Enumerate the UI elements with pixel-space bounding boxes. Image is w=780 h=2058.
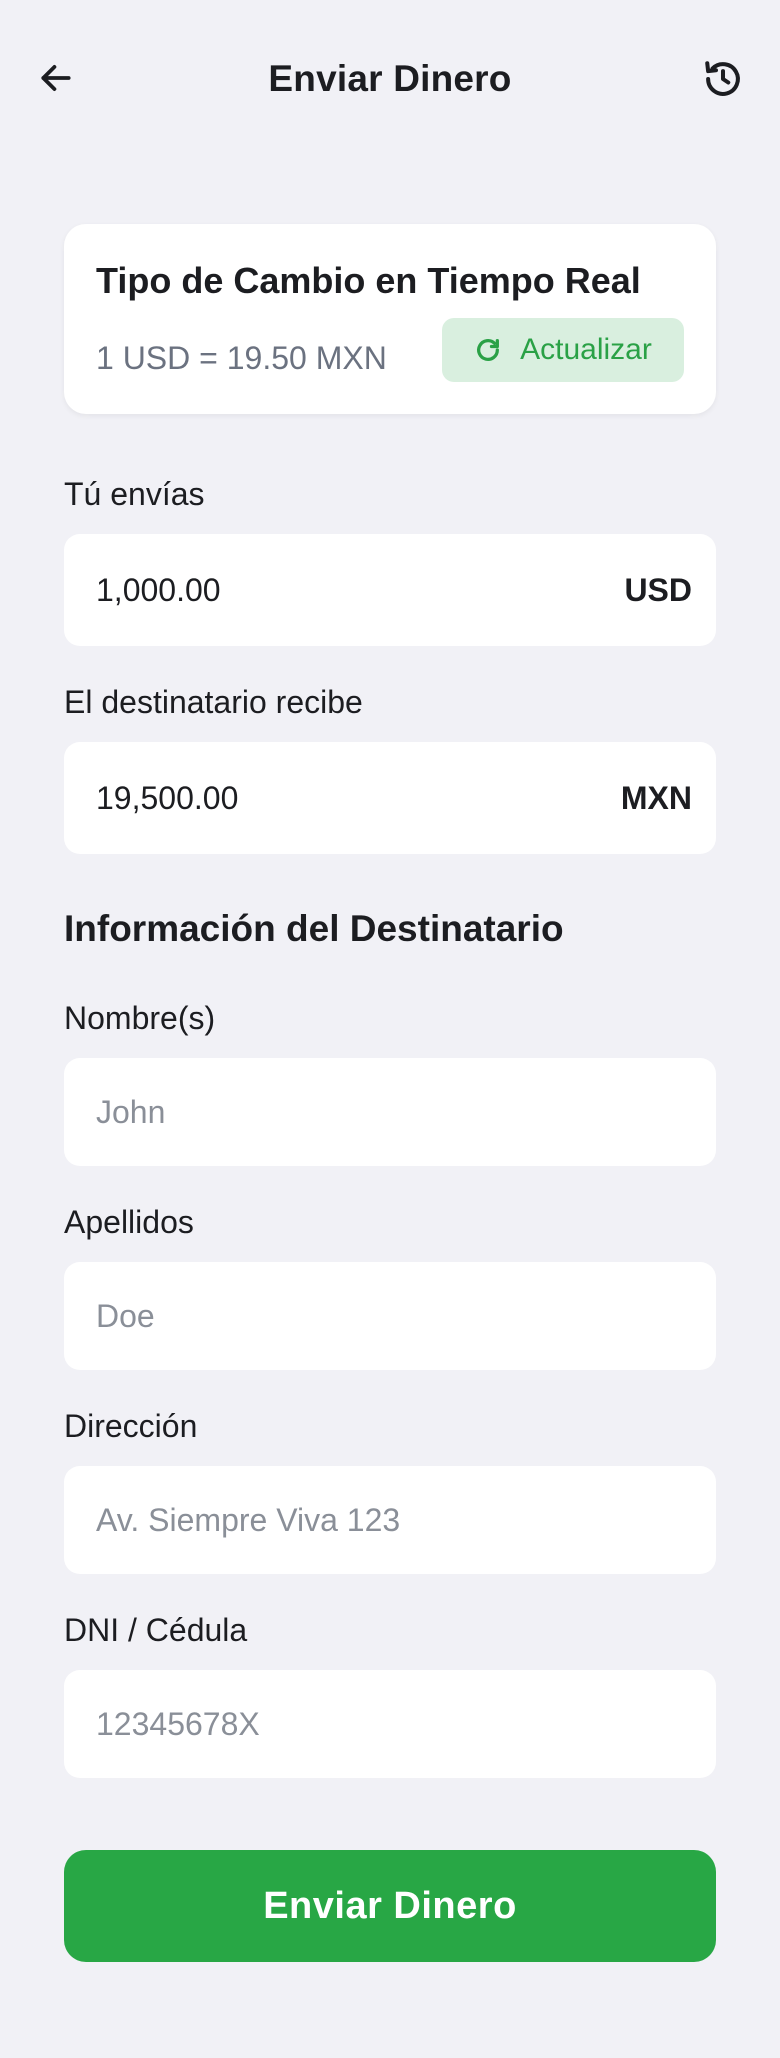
- exchange-rate-card: Tipo de Cambio en Tiempo Real 1 USD = 19…: [64, 224, 716, 414]
- first-name-input[interactable]: [64, 1058, 716, 1166]
- address-label: Dirección: [64, 1408, 198, 1444]
- id-number-label: DNI / Cédula: [64, 1612, 248, 1648]
- first-name-field-wrapper: [64, 1058, 716, 1166]
- send-amount-value: 1,000.00: [96, 572, 221, 608]
- send-money-screen: Enviar Dinero Tipo de Cambio en Tiempo R…: [0, 0, 780, 2058]
- send-amount-label: Tú envías: [64, 476, 205, 512]
- refresh-label: Actualizar: [520, 333, 652, 366]
- exchange-rate-title: Tipo de Cambio en Tiempo Real: [96, 260, 641, 301]
- send-money-button[interactable]: Enviar Dinero: [64, 1850, 716, 1962]
- id-number-input[interactable]: [64, 1670, 716, 1778]
- receive-amount-label: El destinatario recibe: [64, 684, 363, 720]
- exchange-rate-value: 1 USD = 19.50 MXN: [96, 340, 387, 376]
- history-icon: [705, 61, 740, 96]
- refresh-icon: [477, 339, 500, 361]
- refresh-rate-button[interactable]: Actualizar: [442, 318, 684, 382]
- id-number-field-wrapper: [64, 1670, 716, 1778]
- receive-amount-value: 19,500.00: [96, 780, 239, 816]
- history-button[interactable]: [700, 56, 746, 102]
- receive-amount-field[interactable]: 19,500.00 MXN: [64, 742, 716, 854]
- last-name-input[interactable]: [64, 1262, 716, 1370]
- address-input[interactable]: [64, 1466, 716, 1574]
- last-name-field-wrapper: [64, 1262, 716, 1370]
- receive-currency: MXN: [620, 780, 692, 816]
- page-title: Enviar Dinero: [268, 58, 512, 99]
- header: Enviar Dinero: [0, 0, 780, 160]
- last-name-label: Apellidos: [64, 1204, 194, 1240]
- address-field-wrapper: [64, 1466, 716, 1574]
- send-currency: USD: [624, 572, 692, 608]
- recipient-section-title: Información del Destinatario: [64, 908, 564, 949]
- send-amount-field[interactable]: 1,000.00 USD: [64, 534, 716, 646]
- first-name-label: Nombre(s): [64, 1000, 216, 1036]
